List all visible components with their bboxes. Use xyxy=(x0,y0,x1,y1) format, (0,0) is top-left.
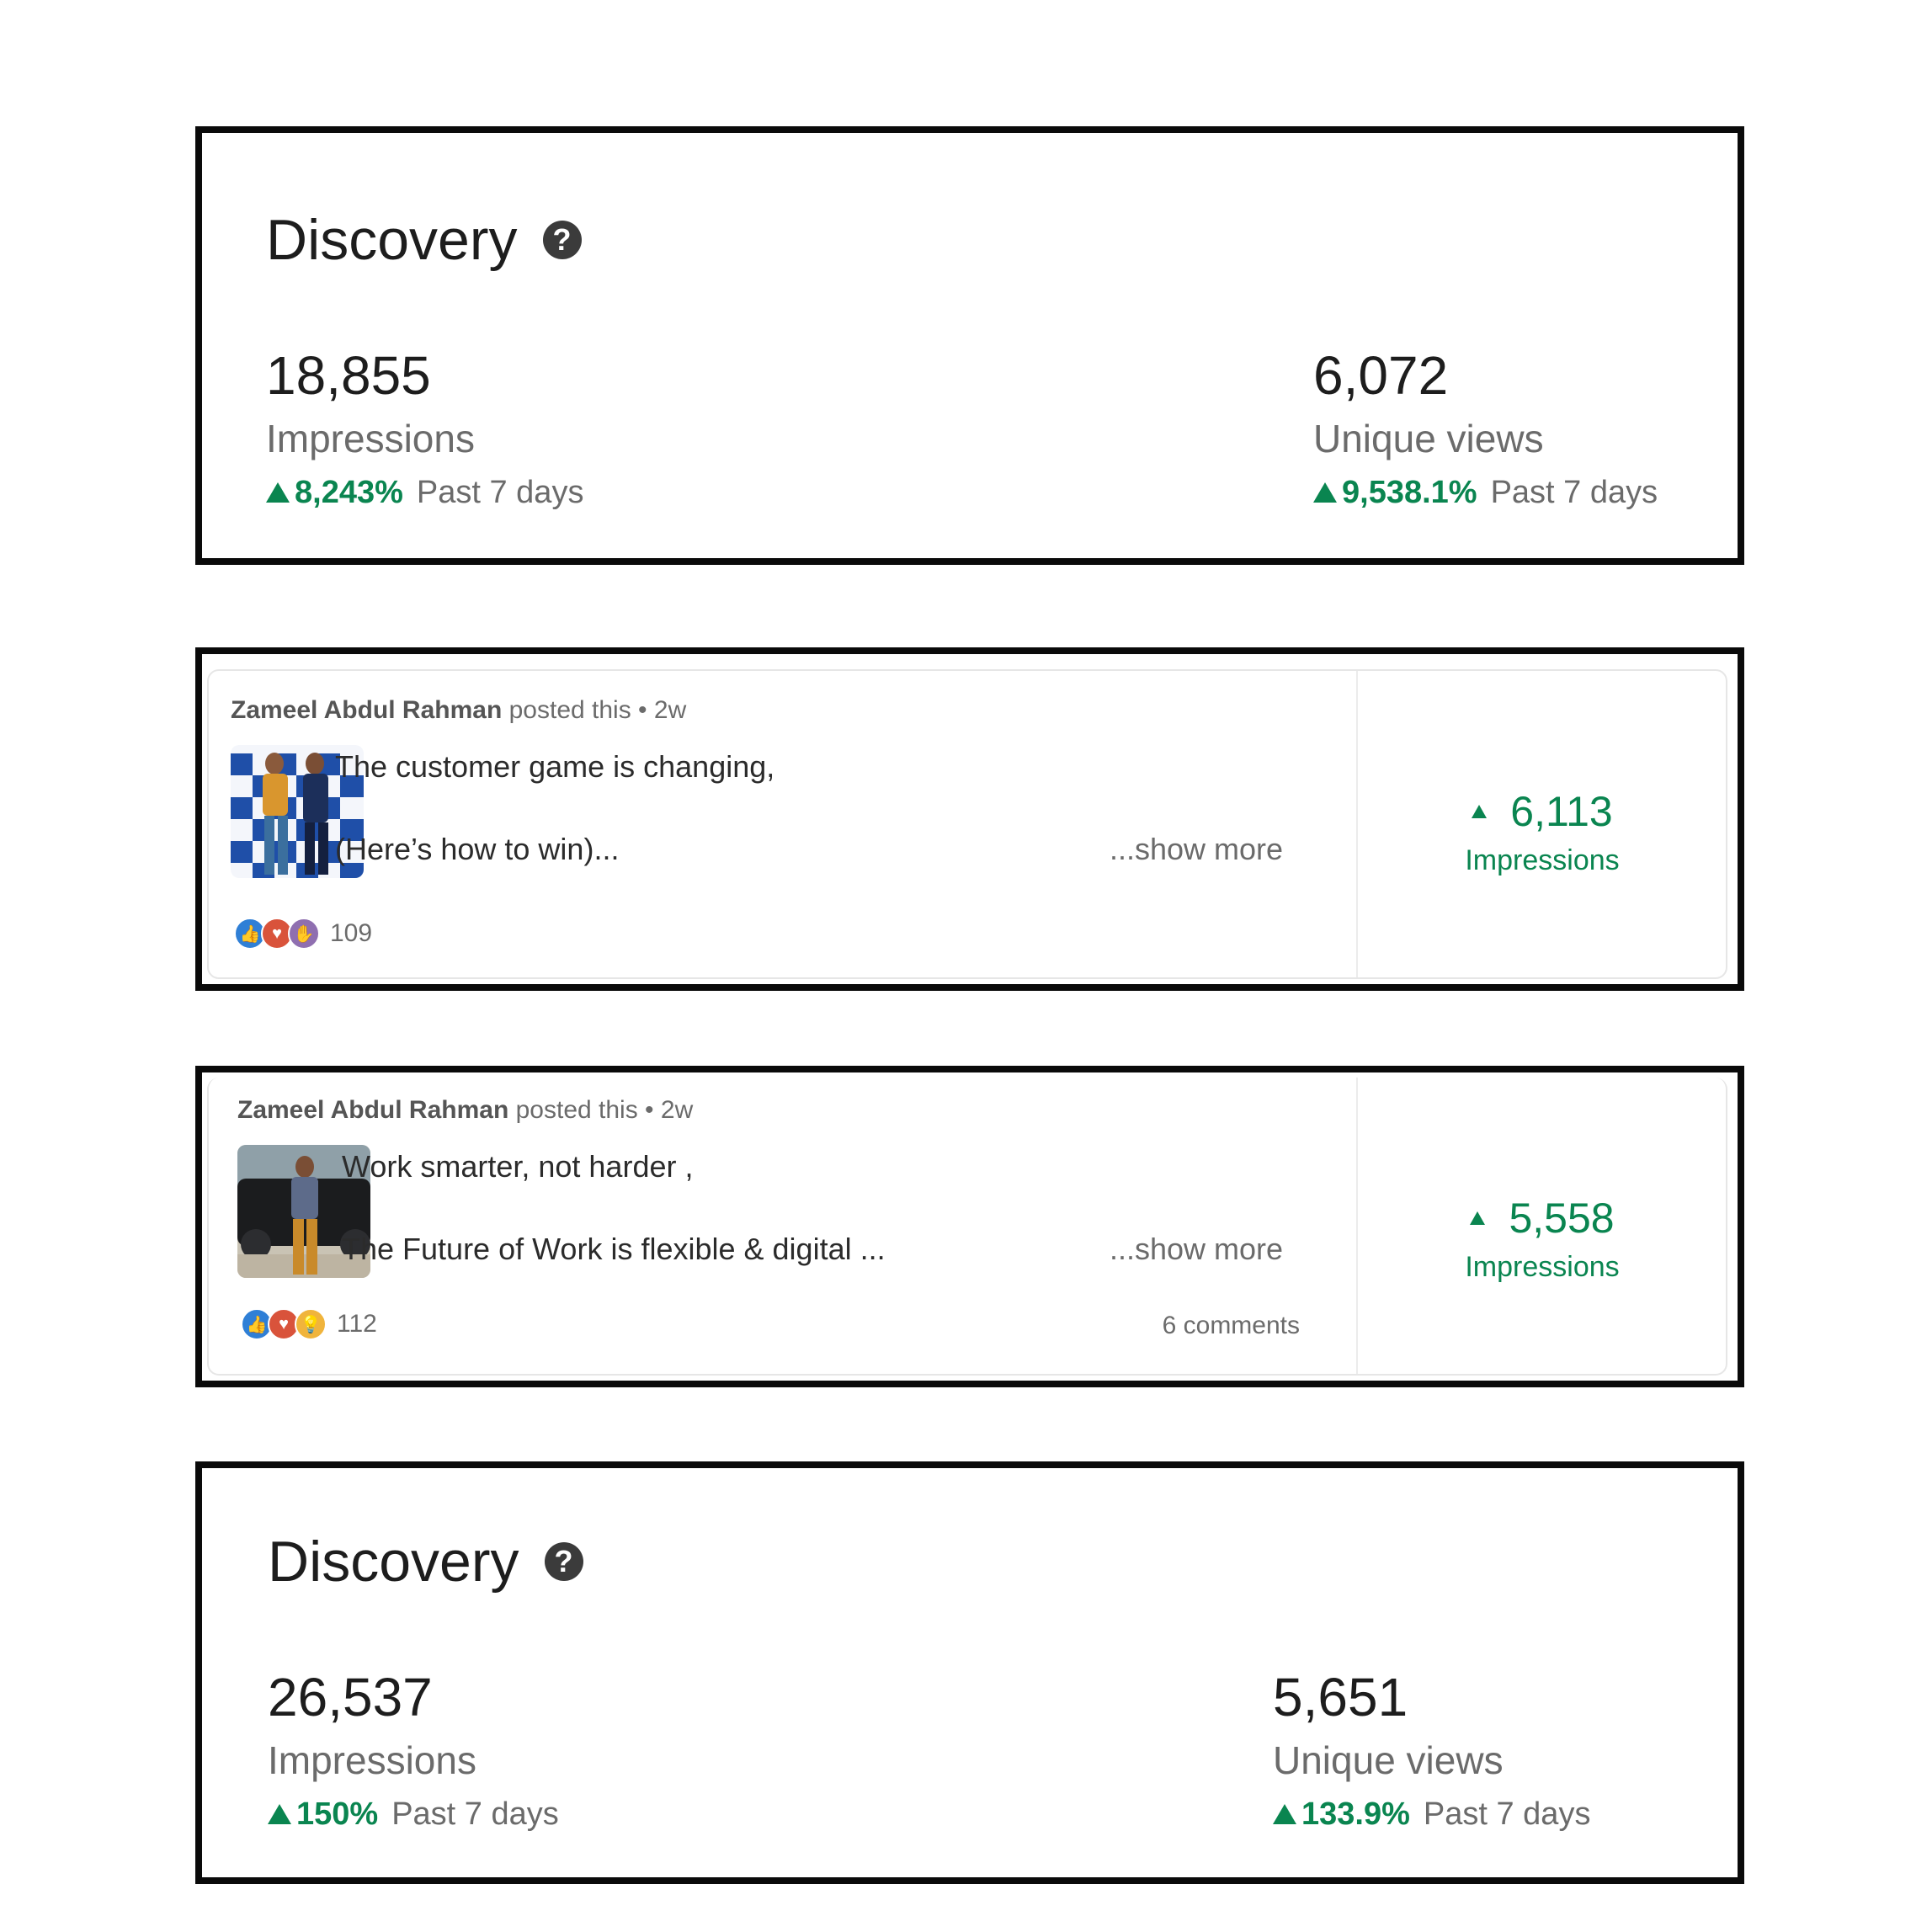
impressions-change-pct: 8,243% xyxy=(295,475,403,510)
unique-views-metric: 6,072 Unique views 9,538.1% Past 7 days xyxy=(1313,349,1658,508)
reaction-count: 109 xyxy=(330,919,373,947)
impressions-period: Past 7 days xyxy=(391,1796,559,1832)
post-card-1[interactable]: Zameel Abdul Rahman posted this • 2w The… xyxy=(195,647,1744,991)
post-impressions-value: 5,558 xyxy=(1509,1195,1615,1242)
impressions-label: Impressions xyxy=(266,417,475,460)
insightful-reaction-icon: 💡 xyxy=(295,1308,327,1340)
author-name[interactable]: Zameel Abdul Rahman xyxy=(237,1096,508,1124)
discovery-title-text: Discovery xyxy=(268,1530,519,1594)
unique-views-value: 5,651 xyxy=(1273,1667,1408,1727)
reactions-summary[interactable]: 👍 ♥ ✋ 109 xyxy=(234,918,372,950)
show-more-link[interactable]: ...show more xyxy=(1110,1234,1283,1264)
post-impressions: 6,113 Impressions xyxy=(1359,790,1726,877)
post-impressions-value-row: 6,113 xyxy=(1359,790,1726,833)
triangle-up-icon xyxy=(268,1804,291,1824)
post-text-line2: (Here’s how to win)... xyxy=(335,832,620,866)
unique-views-period: Past 7 days xyxy=(1423,1796,1591,1832)
impressions-change-pct: 150% xyxy=(296,1796,379,1832)
unique-views-value: 6,072 xyxy=(1313,345,1449,406)
unique-views-label: Unique views xyxy=(1313,417,1544,460)
discovery-title: Discovery ? xyxy=(268,1529,583,1594)
comments-link[interactable]: 6 comments xyxy=(1163,1312,1300,1340)
support-reaction-icon: ✋ xyxy=(288,918,320,950)
question-circle-icon[interactable]: ? xyxy=(542,221,582,259)
discovery-panel-top: Discovery ? 18,855 Impressions 8,243% Pa… xyxy=(195,126,1744,565)
impressions-value: 18,855 xyxy=(266,345,431,406)
post-card-inner: Zameel Abdul Rahman posted this • 2w The… xyxy=(207,669,1727,979)
unique-views-change-pct: 9,538.1% xyxy=(1342,475,1477,510)
post-impressions-value-row: 5,558 xyxy=(1359,1197,1726,1239)
impressions-metric: 18,855 Impressions 8,243% Past 7 days xyxy=(266,349,583,508)
post-meta: posted this • 2w xyxy=(508,696,687,724)
question-circle-icon[interactable]: ? xyxy=(544,1542,583,1581)
unique-views-change: 133.9% Past 7 days xyxy=(1273,1798,1590,1830)
divider xyxy=(1356,671,1358,977)
author-name[interactable]: Zameel Abdul Rahman xyxy=(231,696,502,724)
discovery-panel-bottom: Discovery ? 26,537 Impressions 150% Past… xyxy=(195,1461,1744,1884)
post-impressions: 5,558 Impressions xyxy=(1359,1197,1726,1284)
post-byline: Zameel Abdul Rahman posted this • 2w xyxy=(231,696,686,725)
triangle-up-icon xyxy=(1313,482,1337,503)
post-meta: posted this • 2w xyxy=(515,1096,694,1124)
impressions-change: 8,243% Past 7 days xyxy=(266,476,583,508)
post-byline: Zameel Abdul Rahman posted this • 2w xyxy=(237,1096,693,1125)
post-card-2[interactable]: Zameel Abdul Rahman posted this • 2w Wor… xyxy=(195,1066,1744,1387)
discovery-title: Discovery ? xyxy=(266,207,582,273)
unique-views-change-pct: 133.9% xyxy=(1301,1796,1410,1832)
triangle-up-icon xyxy=(1470,1211,1486,1225)
post-text-line2: The Future of Work is flexible & digital… xyxy=(342,1232,886,1266)
impressions-period: Past 7 days xyxy=(416,475,584,510)
reactions-summary[interactable]: 👍 ♥ 💡 112 xyxy=(241,1308,377,1340)
divider xyxy=(1356,1078,1358,1374)
reaction-count: 112 xyxy=(337,1310,377,1338)
show-more-link[interactable]: ...show more xyxy=(1110,834,1283,865)
triangle-up-icon xyxy=(266,482,290,503)
impressions-label: Impressions xyxy=(268,1738,476,1782)
unique-views-metric: 5,651 Unique views 133.9% Past 7 days xyxy=(1273,1670,1590,1830)
unique-views-label: Unique views xyxy=(1273,1738,1504,1782)
post-impressions-value: 6,113 xyxy=(1510,788,1613,835)
post-text-line1: Work smarter, not harder , xyxy=(342,1149,694,1184)
impressions-metric: 26,537 Impressions 150% Past 7 days xyxy=(268,1670,559,1830)
impressions-value: 26,537 xyxy=(268,1667,433,1727)
triangle-up-icon xyxy=(1472,805,1488,818)
unique-views-period: Past 7 days xyxy=(1490,475,1658,510)
post-impressions-label: Impressions xyxy=(1465,844,1620,876)
triangle-up-icon xyxy=(1273,1804,1296,1824)
post-card-inner: Zameel Abdul Rahman posted this • 2w Wor… xyxy=(207,1078,1727,1376)
post-impressions-label: Impressions xyxy=(1465,1251,1620,1283)
post-text-line1: The customer game is changing, xyxy=(335,749,775,784)
discovery-title-text: Discovery xyxy=(266,208,518,272)
impressions-change: 150% Past 7 days xyxy=(268,1798,559,1830)
unique-views-change: 9,538.1% Past 7 days xyxy=(1313,476,1658,508)
